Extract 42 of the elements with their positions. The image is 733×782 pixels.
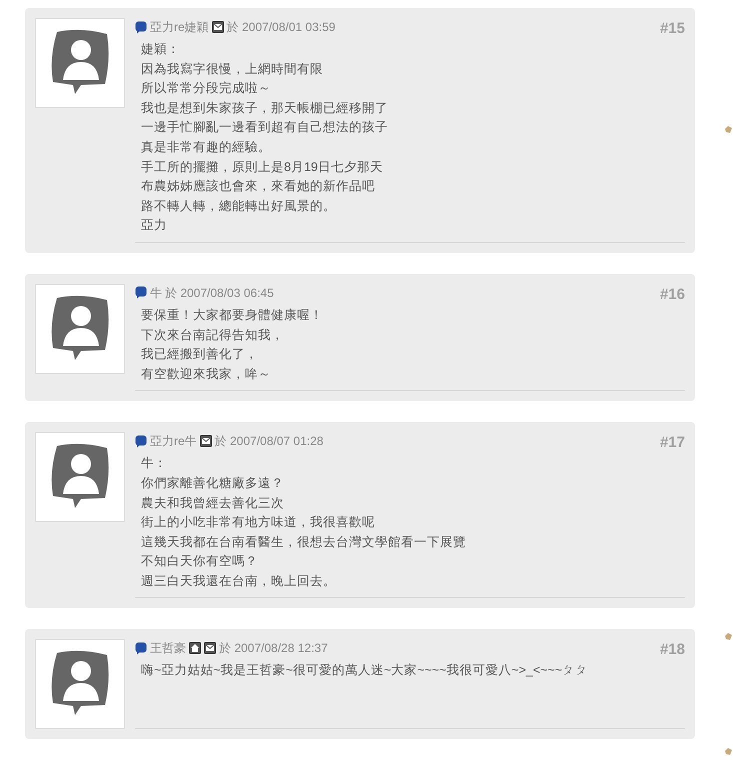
comment-text-line: 週三白天我還在台南，晚上回去。 bbox=[141, 572, 337, 590]
author-name: 亞力re婕穎 bbox=[150, 19, 209, 36]
speech-bubble-icon bbox=[135, 642, 147, 655]
comment-text-line: 這幾天我都在台南看醫生，很想去台灣文學館看一下展覽 bbox=[141, 534, 467, 551]
post-date: 於 2007/08/28 12:37 bbox=[219, 640, 328, 658]
speech-bubble-icon bbox=[135, 434, 147, 448]
comment-text-line: 所以常常分段完成啦～ bbox=[141, 80, 272, 98]
comment-number: #18 bbox=[660, 640, 685, 660]
comment-text-line: 嗨~亞力姑姑~我是王哲豪~很可愛的萬人迷~大家~~~~我很可愛八~>_<~~~ㄆㄆ bbox=[141, 662, 590, 680]
comment-text-line: 路不轉人轉，總能轉出好風景的。 bbox=[141, 198, 337, 215]
comment-text-line: 因為我寫字很慢，上網時間有限 bbox=[141, 60, 324, 78]
comment-text-line: 一邊手忙腳亂一邊看到超有自己想法的孩子 bbox=[141, 119, 389, 136]
mail-icon[interactable] bbox=[204, 642, 216, 654]
comment-text-line: 你們家離善化糖廠多遠？ bbox=[141, 474, 285, 492]
comment-number: #16 bbox=[660, 284, 685, 305]
comment-text-line: 婕穎： bbox=[141, 41, 181, 58]
comment-text-line: 有空歡迎來我家，哞～ bbox=[141, 366, 272, 383]
mail-icon[interactable] bbox=[200, 435, 212, 448]
post-date: 於 2007/08/03 06:45 bbox=[165, 284, 274, 302]
speech-bubble-icon bbox=[135, 20, 147, 34]
comment-number: #15 bbox=[660, 19, 685, 39]
comment-text-line: 下次來台南記得告知我， bbox=[141, 326, 285, 344]
comment-text-line: 農夫和我曾經去善化三次 bbox=[141, 494, 285, 512]
comment-number: #17 bbox=[660, 433, 685, 454]
comment-text-line: 街上的小吃非常有地方味道，我很喜歡呢 bbox=[141, 514, 376, 532]
comment-text-line: 真是非常有趣的經驗。 bbox=[141, 138, 272, 156]
comment-text-line: 牛： bbox=[141, 455, 168, 472]
comment-text-line: 亞力 bbox=[141, 217, 168, 234]
comment-text-line: 手工所的擺攤，原則上是8月19日七夕那天 bbox=[141, 158, 384, 176]
home-icon[interactable] bbox=[189, 642, 201, 654]
comment-text-line: 我已經搬到善化了， bbox=[141, 346, 259, 364]
mail-icon[interactable] bbox=[212, 21, 224, 33]
post-date: 於 2007/08/07 01:28 bbox=[214, 433, 324, 450]
post-date: 於 2007/08/01 03:59 bbox=[226, 19, 336, 36]
speech-bubble-icon bbox=[135, 286, 147, 300]
comment-text-line: 要保重！大家都要身體健康喔！ bbox=[141, 306, 324, 324]
comment-text-line: 布農姊姊應該也會來，來看她的新作品吧 bbox=[141, 178, 376, 196]
comment-text-line: 不知白天你有空嗎？ bbox=[141, 553, 259, 570]
author-name: 牛 bbox=[150, 284, 162, 302]
comment-text-line: 我也是想到朱家孩子，那天帳棚已經移開了 bbox=[141, 100, 389, 117]
author-name: 亞力re牛 bbox=[150, 433, 197, 450]
author-name: 王哲豪 bbox=[150, 640, 186, 658]
